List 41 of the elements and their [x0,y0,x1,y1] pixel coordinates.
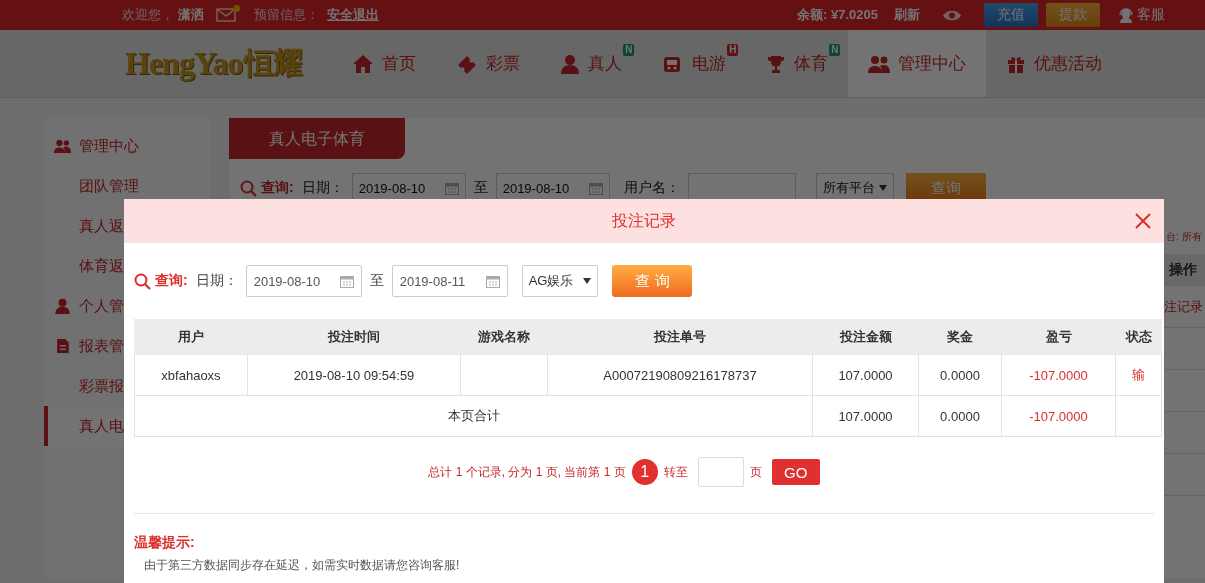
column-header: 投注金额 [812,319,919,355]
tips-title: 温馨提示: [134,534,196,552]
table-cell: xbfahaoxs [134,354,248,396]
column-header: 状态 [1115,319,1162,355]
table-cell: 0.0000 [918,395,1002,437]
column-header: 投注单号 [547,319,813,355]
table-cell: 0.0000 [918,354,1002,396]
badge: H [727,44,739,56]
column-header: 奖金 [918,319,1002,355]
column-header: 用户 [134,319,248,355]
date-label: 日期： [195,272,238,290]
column-header: 盈亏 [1001,319,1116,355]
goto-label: 转至 [663,463,688,481]
pager-summary: 总计 1 个记录, 分为 1 页, 当前第 1 页 [428,463,626,481]
welcome-text: 欢迎您， [122,6,174,24]
table-cell: 输 [1115,354,1162,396]
balance-text: 余额: ¥7.0205 [797,6,878,24]
badge: N [623,44,635,56]
username-label: 用户名： [623,179,680,197]
modal-title: 投注记录 [612,210,676,231]
username: 潇洒 [178,6,204,24]
column-header: 游戏名称 [460,319,548,355]
to-label: 至 [473,179,488,197]
page-label: 页 [749,463,762,481]
column-header: 操作 [1169,261,1198,279]
date-label: 日期： [301,179,344,197]
query-label: 查询: [261,179,294,197]
platform-note: 台: 所有 [1166,230,1203,244]
table-cell: A00072190809216178737 [547,354,813,396]
query-label: 查询: [155,272,188,290]
tips-text: 由于第三方数据同步存在延迟，如需实时数据请您咨询客服! [144,558,461,572]
table-cell: 107.0000 [812,354,919,396]
column-header: 投注时间 [247,319,461,355]
table-cell: -107.0000 [1001,395,1116,437]
table-cell: 本页合计 [134,395,813,437]
to-label: 至 [369,272,384,290]
table-cell: 107.0000 [812,395,919,437]
reserved-info-label: 预留信息： [254,6,319,24]
badge: N [829,44,841,56]
table-cell: -107.0000 [1001,354,1116,396]
table-cell: 2019-08-10 09:54:59 [247,354,461,396]
